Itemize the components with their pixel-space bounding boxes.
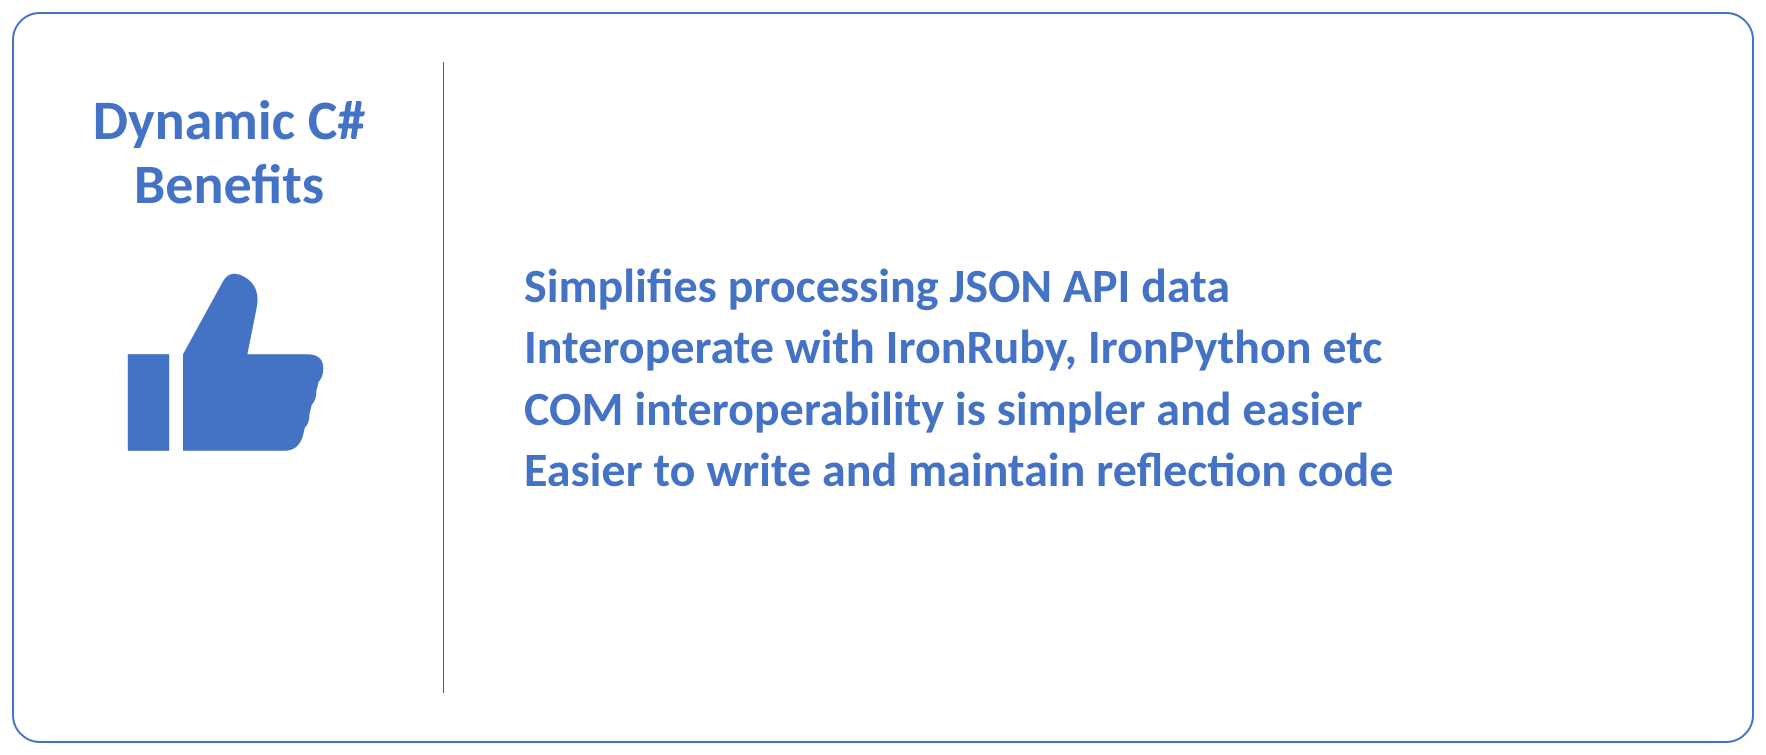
- benefit-item: Simplifies processing JSON API data: [524, 255, 1712, 316]
- benefit-item: Interoperate with IronRuby, IronPython e…: [524, 316, 1712, 377]
- title-line-2: Benefits: [134, 151, 324, 219]
- card-title: Dynamic C# Benefits: [93, 89, 365, 218]
- benefit-item: Easier to write and maintain reflection …: [524, 439, 1712, 500]
- benefits-card: Dynamic C# Benefits Simplifies processin…: [12, 12, 1754, 743]
- right-panel: Simplifies processing JSON API data Inte…: [444, 14, 1752, 741]
- left-panel: Dynamic C# Benefits: [14, 14, 444, 741]
- vertical-divider: [443, 62, 444, 693]
- title-line-1: Dynamic C#: [93, 87, 365, 155]
- thumbs-up-icon: [109, 248, 349, 488]
- benefit-item: COM interoperability is simpler and easi…: [524, 378, 1712, 439]
